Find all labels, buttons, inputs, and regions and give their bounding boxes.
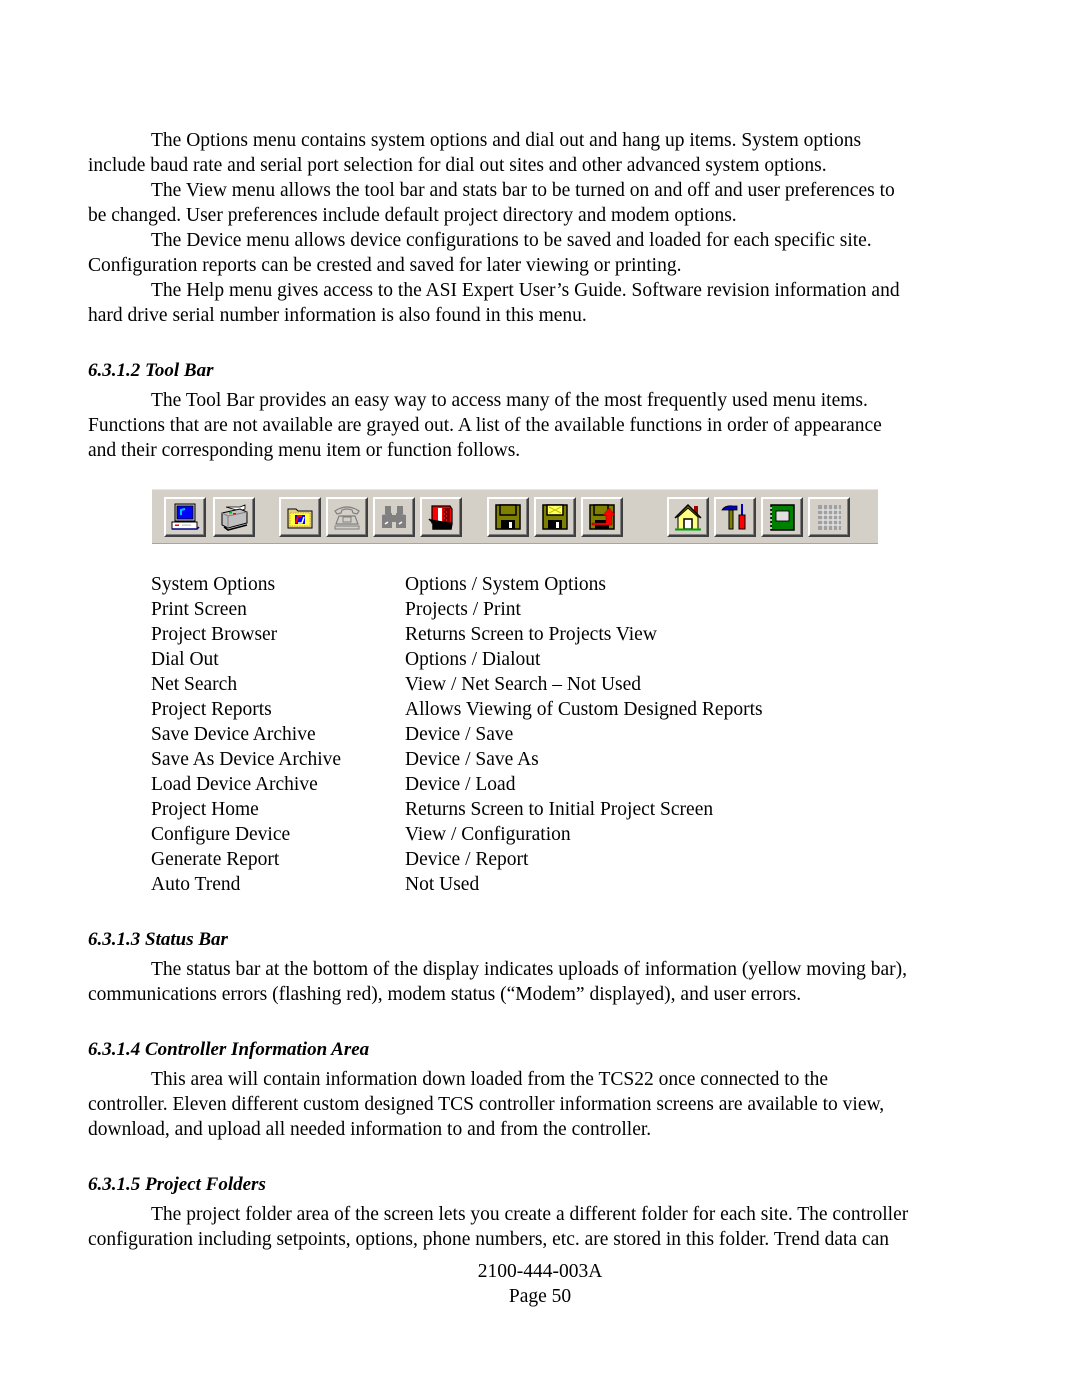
menu-item: Options / Dialout [405,649,541,670]
project-folders-heading: 6.3.1.5 Project Folders [88,1174,266,1195]
function-name: Save As Device Archive [151,749,342,770]
function-name: Load Device Archive [151,774,318,795]
function-name: Dial Out [151,649,219,670]
floppy-disk-save-as-icon [542,504,568,530]
menu-item: Projects / Print [405,599,521,620]
net-search-button[interactable] [373,497,415,537]
menu-item: View / Configuration [405,824,571,845]
view-menu-paragraph: The View menu allows the tool bar and st… [88,180,895,226]
project-browser-button[interactable] [279,497,321,537]
project-folder-icon [287,508,313,529]
menu-item: Device / Load [405,774,516,795]
status-bar-paragraph: The status bar at the bottom of the disp… [88,959,907,1005]
system-options-button[interactable] [164,497,206,537]
device-menu-paragraph: The Device menu allows device configurat… [88,230,872,276]
controller-info-heading: 6.3.1.4 Controller Information Area [88,1039,370,1060]
floppy-disk-icon [495,504,521,530]
project-home-button[interactable] [667,497,709,537]
report-book-icon [428,505,453,530]
floppy-disk-load-icon [589,504,616,530]
toolbar-screenshot [152,489,878,544]
tool-bar-heading: 6.3.1.2 Tool Bar [88,360,214,381]
function-name: Project Home [151,799,259,820]
dial-out-button[interactable] [326,497,368,537]
menu-item: Not Used [405,874,480,895]
printer-icon [221,504,248,531]
configure-device-button[interactable] [714,497,756,537]
help-menu-paragraph: The Help menu gives access to the ASI Ex… [88,280,900,326]
options-menu-paragraph: The Options menu contains system options… [88,130,862,176]
save-device-archive-button[interactable] [487,497,529,537]
menu-item: Allows Viewing of Custom Designed Report… [405,699,763,720]
function-name: Auto Trend [151,874,241,895]
print-screen-button[interactable] [213,497,255,537]
project-folders-paragraph: The project folder area of the screen le… [88,1204,909,1250]
telephone-icon [334,506,360,530]
hammer-screwdriver-icon [721,504,746,530]
grid-trend-icon [818,505,841,530]
function-name: Print Screen [151,599,247,620]
auto-trend-button[interactable] [808,497,850,537]
generate-report-button[interactable] [761,497,803,537]
function-name: System Options [151,574,276,595]
menu-item: Device / Save [405,724,514,745]
menu-item: Returns Screen to Initial Project Screen [405,799,714,820]
menu-item: View / Net Search – Not Used [405,674,642,695]
binoculars-icon [382,506,406,528]
menu-item: Returns Screen to Projects View [405,624,657,645]
function-name: Configure Device [151,824,291,845]
function-name: Save Device Archive [151,724,316,745]
menu-item: Options / System Options [405,574,606,595]
project-reports-button[interactable] [420,497,462,537]
green-notebook-icon [770,504,795,531]
page-number: Page 50 [508,1286,572,1307]
function-name: Net Search [151,674,238,695]
computer-monitor-icon [171,503,200,530]
load-device-archive-button[interactable] [581,497,623,537]
function-name: Project Reports [151,699,272,720]
document-number: 2100-444-003A [477,1261,603,1282]
tool-bar-paragraph: The Tool Bar provides an easy way to acc… [88,390,882,461]
house-icon [674,503,702,531]
menu-item: Device / Report [405,849,529,870]
status-bar-heading: 6.3.1.3 Status Bar [88,929,228,950]
controller-info-paragraph: This area will contain information down … [88,1069,885,1140]
function-name: Project Browser [151,624,278,645]
save-as-device-archive-button[interactable] [534,497,576,537]
menu-item: Device / Save As [405,749,539,770]
function-name: Generate Report [151,849,280,870]
